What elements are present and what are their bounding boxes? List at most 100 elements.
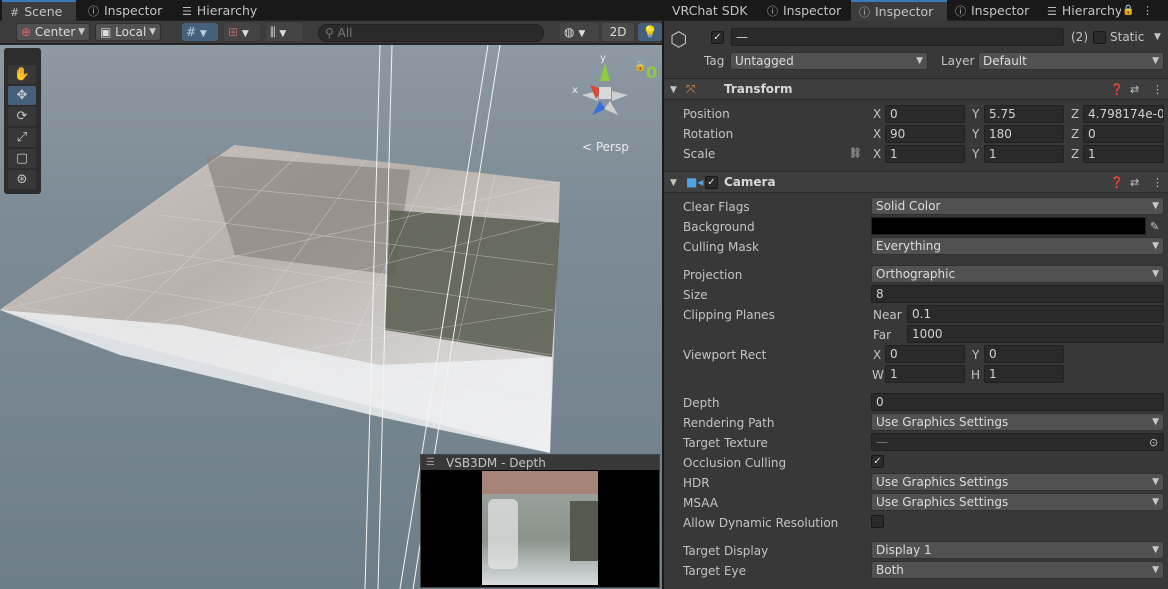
hdr-dropdown[interactable]: Use Graphics Settings ▼	[871, 473, 1164, 491]
active-checkbox[interactable]: ✓	[711, 31, 724, 44]
object-name-field[interactable]: —	[731, 28, 1064, 46]
drag-handle-icon[interactable]: ☰	[426, 455, 435, 471]
occlusion-culling-checkbox[interactable]: ✓	[871, 455, 884, 468]
clear-flags-dropdown[interactable]: Solid Color ▼	[871, 197, 1164, 215]
move-tool[interactable]: ✥	[8, 86, 36, 105]
size-field[interactable]: 8	[871, 285, 1164, 303]
tab-scene[interactable]: # Scene	[2, 0, 76, 21]
tab-inspector-2[interactable]: ⓘ Inspector	[851, 0, 947, 21]
viewport-w-label[interactable]: W	[872, 367, 884, 383]
projection-dropdown[interactable]: Orthographic ▼	[871, 265, 1164, 283]
persp-label[interactable]: < Persp	[582, 139, 629, 155]
dynamic-resolution-checkbox[interactable]	[871, 515, 884, 528]
viewport-h-field[interactable]: 1	[984, 365, 1064, 383]
eyedropper-icon[interactable]: ✎	[1150, 219, 1159, 235]
pos-x-field[interactable]: 0	[885, 105, 965, 123]
lock-icon[interactable]: 🔒	[634, 59, 646, 75]
lighting-button[interactable]: 💡	[638, 23, 662, 41]
layer-dropdown[interactable]: Default ▼	[978, 52, 1164, 70]
target-display-label: Target Display	[683, 544, 769, 558]
target-display-dropdown[interactable]: Display 1 ▼	[871, 541, 1164, 559]
rot-x-field[interactable]: 90	[885, 125, 965, 143]
tab-hierarchy[interactable]: ☰ Hierarchy	[174, 0, 274, 21]
rect-tool[interactable]: ▢	[8, 149, 36, 168]
rot-z-label[interactable]: Z	[1071, 126, 1079, 142]
scale-x-label[interactable]: X	[873, 146, 881, 162]
grid-snap-button[interactable]: # ▼	[182, 23, 218, 41]
viewport-h-label[interactable]: H	[971, 367, 980, 383]
tab-hierarchy-right[interactable]: ☰ Hierarchy	[1039, 0, 1121, 21]
constrain-proportions-icon[interactable]: ⛓	[849, 146, 862, 162]
rotate-tool[interactable]: ⟳	[8, 107, 36, 126]
context-menu-icon[interactable]: ⋮	[1152, 82, 1163, 98]
draw-mode-button[interactable]: ◍ ▼	[560, 23, 598, 41]
rot-x-label[interactable]: X	[873, 126, 881, 142]
pos-z-label[interactable]: Z	[1071, 106, 1079, 122]
tab-inspector-1[interactable]: ⓘ Inspector	[759, 0, 851, 21]
help-icon[interactable]: ❓	[1110, 82, 1124, 98]
camera-preview[interactable]: ☰ VSB3DM - Depth	[420, 454, 660, 588]
tab-menu-icon[interactable]: ⋮	[1142, 3, 1153, 19]
target-texture-field[interactable]: —	[871, 433, 1164, 451]
tab-inspector-3[interactable]: ⓘ Inspector	[947, 0, 1039, 21]
increment-snap-button[interactable]: ⊞ ▼	[224, 23, 260, 41]
target-eye-dropdown[interactable]: Both ▼	[871, 561, 1164, 579]
msaa-dropdown[interactable]: Use Graphics Settings ▼	[871, 493, 1164, 511]
object-picker-icon[interactable]: ⊙	[1149, 435, 1158, 451]
pivot-dropdown[interactable]: ⊕ Center ▼	[16, 23, 90, 41]
scale-z-label[interactable]: Z	[1071, 146, 1079, 162]
scale-tool[interactable]: ⤢	[8, 128, 36, 147]
tag-dropdown[interactable]: Untagged ▼	[730, 52, 928, 70]
transform-tool[interactable]: ⊛	[8, 170, 36, 189]
pos-z-field[interactable]: 4.798174e-0	[1083, 105, 1164, 123]
rendering-path-dropdown[interactable]: Use Graphics Settings ▼	[871, 413, 1164, 431]
scale-z-field[interactable]: 1	[1083, 145, 1164, 163]
preset-icon[interactable]: ⇄	[1130, 82, 1139, 98]
pos-x-label[interactable]: X	[873, 106, 881, 122]
viewport-x-label[interactable]: X	[873, 347, 881, 363]
rot-y-field[interactable]: 180	[984, 125, 1064, 143]
tab-vrchat-sdk[interactable]: VRChat SDK	[664, 0, 756, 21]
scale-label: Scale	[683, 147, 716, 161]
camera-header[interactable]: ▼ ■◂ ✓ Camera ❓ ⇄ ⋮	[664, 171, 1168, 193]
grid-visibility-button[interactable]: ⫼ ▼	[266, 23, 302, 41]
pos-y-field[interactable]: 5.75	[984, 105, 1064, 123]
grid-icon: #	[10, 6, 20, 19]
pos-y-label[interactable]: Y	[972, 106, 979, 122]
background-color-swatch[interactable]	[871, 217, 1146, 235]
viewport-y-label[interactable]: Y	[972, 347, 979, 363]
scene-viewport[interactable]: ✋ ✥ ⟳ ⤢ ▢ ⊛ y x < Persp 🔒 0 ☰ VSB3DM - D…	[0, 45, 662, 589]
culling-mask-dropdown[interactable]: Everything ▼	[871, 237, 1164, 255]
transform-header[interactable]: ▼ ⤧ Transform ❓ ⇄ ⋮	[664, 78, 1168, 100]
static-checkbox[interactable]	[1093, 31, 1106, 44]
near-field[interactable]: 0.1	[907, 305, 1164, 323]
viewport-y-field[interactable]: 0	[984, 345, 1064, 363]
scale-y-label[interactable]: Y	[972, 146, 979, 162]
rot-z-field[interactable]: 0	[1083, 125, 1164, 143]
hand-tool[interactable]: ✋	[8, 65, 36, 84]
preview-title: VSB3DM - Depth	[446, 456, 546, 470]
depth-field[interactable]: 0	[871, 393, 1164, 411]
camera-icon: ■◂	[686, 175, 704, 189]
camera-enabled-checkbox[interactable]: ✓	[705, 176, 718, 189]
foldout-arrow-icon[interactable]: ▼	[670, 175, 677, 191]
static-dropdown-arrow[interactable]: ▼	[1154, 29, 1161, 45]
viewport-rect-label: Viewport Rect	[683, 348, 767, 362]
scale-y-field[interactable]: 1	[984, 145, 1064, 163]
viewport-w-field[interactable]: 1	[885, 365, 965, 383]
rot-y-label[interactable]: Y	[972, 126, 979, 142]
tab-inspector[interactable]: ⓘ Inspector	[80, 0, 172, 21]
foldout-arrow-icon[interactable]: ▼	[670, 82, 677, 98]
space-dropdown[interactable]: ▣ Local ▼	[95, 23, 161, 41]
far-field[interactable]: 1000	[907, 325, 1164, 343]
near-label[interactable]: Near	[873, 307, 902, 323]
tab-lock-icon[interactable]: 🔒	[1122, 3, 1134, 19]
preset-icon[interactable]: ⇄	[1130, 175, 1139, 191]
far-label[interactable]: Far	[873, 327, 891, 343]
help-icon[interactable]: ❓	[1110, 175, 1124, 191]
context-menu-icon[interactable]: ⋮	[1152, 175, 1163, 191]
scene-search-input[interactable]: ⚲ All	[318, 24, 544, 42]
viewport-x-field[interactable]: 0	[885, 345, 965, 363]
mode-2d-button[interactable]: 2D	[602, 23, 634, 41]
scale-x-field[interactable]: 1	[885, 145, 965, 163]
